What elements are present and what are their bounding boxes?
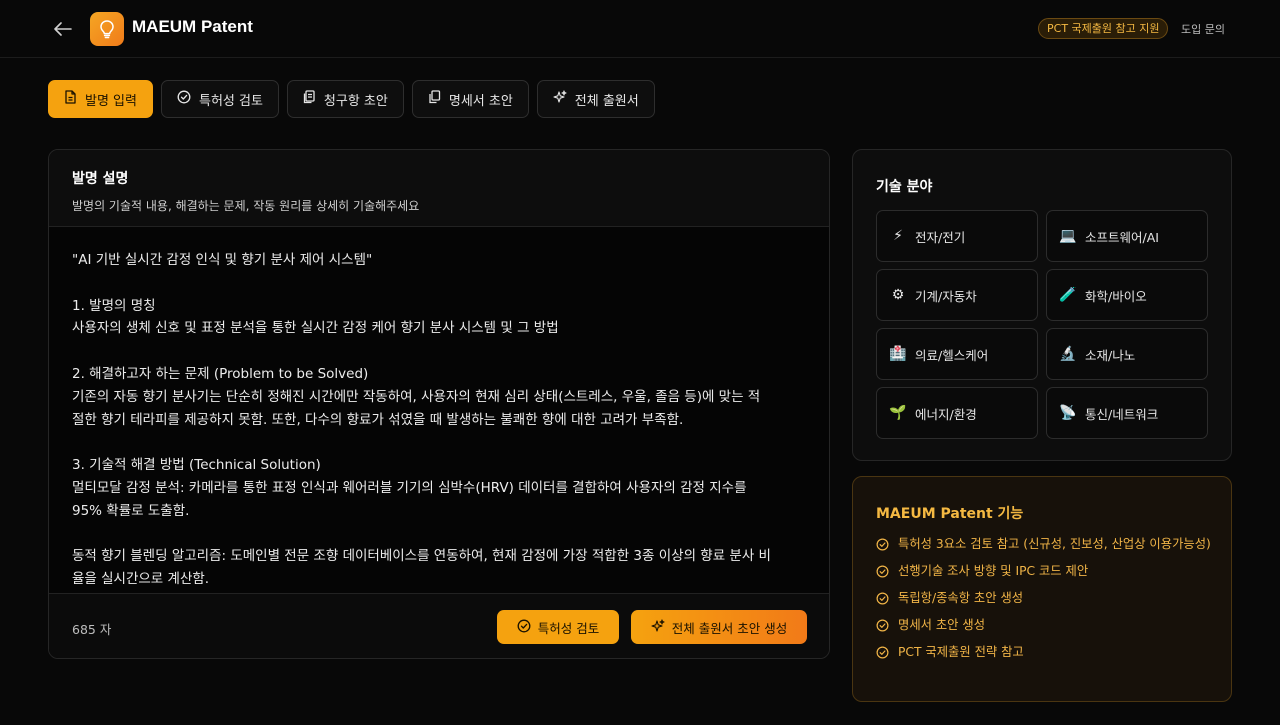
tab-label: 발명 입력 [85,93,137,109]
tech-field-1[interactable]: 💻 소프트웨어/AI [1046,210,1208,262]
button-label: 특허성 검토 [537,620,600,636]
editor-line: 사용자의 생체 신호 및 표정 분석을 통한 실시간 감정 케어 향기 분사 시… [72,320,559,337]
tech-field-4[interactable]: 🏥 의료/헬스케어 [876,328,1038,380]
tech-field-label: 통신/네트워크 [1085,406,1159,422]
patentability-check-button[interactable]: 특허성 검토 [497,610,619,644]
generate-application-button[interactable]: 전체 출원서 초안 생성 [631,610,807,644]
tab-specification-draft[interactable]: 명세서 초안 [411,80,529,118]
tech-field-label: 화학/바이오 [1085,288,1147,304]
check-circle-icon [517,619,531,636]
pct-badge: PCT 국제출원 참고 지원 [1038,18,1169,39]
inquiry-link[interactable]: 도입 문의 [1181,21,1225,37]
tech-field-label: 소재/나노 [1085,347,1136,363]
tech-field-5[interactable]: 🔬 소재/나노 [1046,328,1208,380]
tech-field-title: 기술 분야 [876,179,933,195]
editor-line: 율을 실시간으로 계산함. [72,571,210,588]
features-panel: MAEUM Patent 기능 특허성 3요소 검토 참고 (신규성, 진보성,… [852,476,1232,702]
hospital-icon: 🏥 [889,346,907,362]
gear-icon: ⚙ [891,287,905,303]
laptop-icon: 💻 [1059,228,1077,244]
editor-line: 절한 향기 테라피를 제공하지 못함. 또한, 다수의 향료가 섞였을 때 발생… [72,411,684,428]
tech-field-label: 기계/자동차 [915,288,977,304]
tech-field-label: 전자/전기 [915,229,966,245]
button-label: 전체 출원서 초안 생성 [671,620,788,636]
check-circle-icon [876,619,889,632]
top-header: MAEUM Patent PCT 국제출원 참고 지원 도입 문의 [0,0,1280,58]
tab-invention-input[interactable]: 발명 입력 [48,80,153,118]
feature-text: 명세서 초안 생성 [898,618,986,632]
microscope-icon: 🔬 [1059,346,1077,362]
sparkles-icon [553,90,567,108]
editor-line: 멀티모달 감정 분석: 카메라를 통한 표정 인식과 웨어러블 기기의 심박수(… [72,479,747,496]
editor-line: 1. 발명의 명칭 [72,297,156,314]
tech-field-label: 의료/헬스케어 [915,347,989,363]
tab-full-application[interactable]: 전체 출원서 [536,80,655,118]
tech-field-grid: ⚡ 전자/전기 💻 소프트웨어/AI ⚙ 기계/자동차 🧪 화학/바이오 🏥 의료/헬스케어 🔬 소재… [876,210,1209,439]
editor-line: "AI 기반 실시간 감정 인식 및 향기 분사 제어 시스템" [72,252,373,268]
check-circle-icon [876,565,889,578]
feature-item: 선행기술 조사 방향 및 IPC 코드 제안 [876,562,1212,581]
feature-text: 독립항/종속항 초안 생성 [898,591,1024,605]
lightbulb-icon [90,12,124,46]
document-icon [64,90,77,108]
feature-item: 명세서 초안 생성 [876,616,1212,635]
sparkles-icon [651,618,665,636]
satellite-icon: 📡 [1059,405,1077,421]
invention-panel: 발명 설명 발명의 기술적 내용, 해결하는 문제, 작동 원리를 상세히 기술… [48,149,830,659]
editor-line: 기존의 자동 향기 분사기는 단순히 정해진 시간에만 작동하여, 사용자의 현… [72,388,761,405]
back-arrow-icon[interactable] [52,18,74,40]
feature-item: 독립항/종속항 초안 생성 [876,589,1212,608]
invention-panel-header: 발명 설명 발명의 기술적 내용, 해결하는 문제, 작동 원리를 상세히 기술… [49,150,829,227]
feature-item: PCT 국제출원 전략 참고 [876,643,1212,662]
workflow-tabs: 발명 입력 특허성 검토 청구항 초안 명세서 초안 전체 출원서 [48,80,655,118]
editor-line: 동적 향기 블렌딩 알고리즘: 도메인별 전문 조향 데이터베이스를 연동하여,… [72,548,771,565]
tech-field-label: 에너지/환경 [915,406,977,422]
app-title: MAEUM Patent [132,17,253,36]
check-circle-icon [177,90,191,108]
feature-item: 특허성 3요소 검토 참고 (신규성, 진보성, 산업상 이용가능성) [876,535,1212,554]
tab-patentability-review[interactable]: 특허성 검토 [160,80,279,118]
seedling-icon: 🌱 [889,405,907,421]
tab-label: 전체 출원서 [574,93,639,109]
check-circle-icon [876,592,889,605]
invention-panel-footer: 685 자 특허성 검토 전체 출원서 초안 생성 [49,593,829,658]
check-circle-icon [876,646,889,659]
tech-field-3[interactable]: 🧪 화학/바이오 [1046,269,1208,321]
tab-claims-draft[interactable]: 청구항 초안 [286,80,404,118]
tab-label: 청구항 초안 [323,93,388,109]
editor-line: 95% 확률로 도출함. [72,502,190,519]
editor-line: 3. 기술적 해결 방법 (Technical Solution) [72,457,321,474]
test-tube-icon: 🧪 [1059,287,1077,303]
features-title: MAEUM Patent 기능 [876,506,1024,522]
clipboard-icon [303,90,316,108]
tech-field-2[interactable]: ⚙ 기계/자동차 [876,269,1038,321]
lightning-icon: ⚡ [893,228,903,244]
char-count: 685 자 [72,622,112,637]
check-circle-icon [876,538,889,551]
panel-subtitle: 발명의 기술적 내용, 해결하는 문제, 작동 원리를 상세히 기술해주세요 [72,199,420,213]
copy-icon [428,90,441,108]
editor-line: 2. 해결하고자 하는 문제 (Problem to be Solved) [72,365,369,382]
tech-field-6[interactable]: 🌱 에너지/환경 [876,387,1038,439]
feature-text: PCT 국제출원 전략 참고 [898,645,1024,659]
features-list: 특허성 3요소 검토 참고 (신규성, 진보성, 산업상 이용가능성) 선행기술 … [876,535,1212,670]
feature-text: 선행기술 조사 방향 및 IPC 코드 제안 [898,564,1089,578]
invention-textarea[interactable]: "AI 기반 실시간 감정 인식 및 향기 분사 제어 시스템" 1. 발명의 … [49,227,829,593]
panel-title: 발명 설명 [72,171,129,187]
tech-field-7[interactable]: 📡 통신/네트워크 [1046,387,1208,439]
tab-label: 특허성 검토 [198,93,263,109]
tab-label: 명세서 초안 [448,93,513,109]
feature-text: 특허성 3요소 검토 참고 (신규성, 진보성, 산업상 이용가능성) [898,537,1211,551]
tech-field-label: 소프트웨어/AI [1085,229,1159,245]
tech-field-0[interactable]: ⚡ 전자/전기 [876,210,1038,262]
tech-field-panel: 기술 분야 ⚡ 전자/전기 💻 소프트웨어/AI ⚙ 기계/자동차 🧪 화학/바이오 🏥 의료/헬… [852,149,1232,461]
